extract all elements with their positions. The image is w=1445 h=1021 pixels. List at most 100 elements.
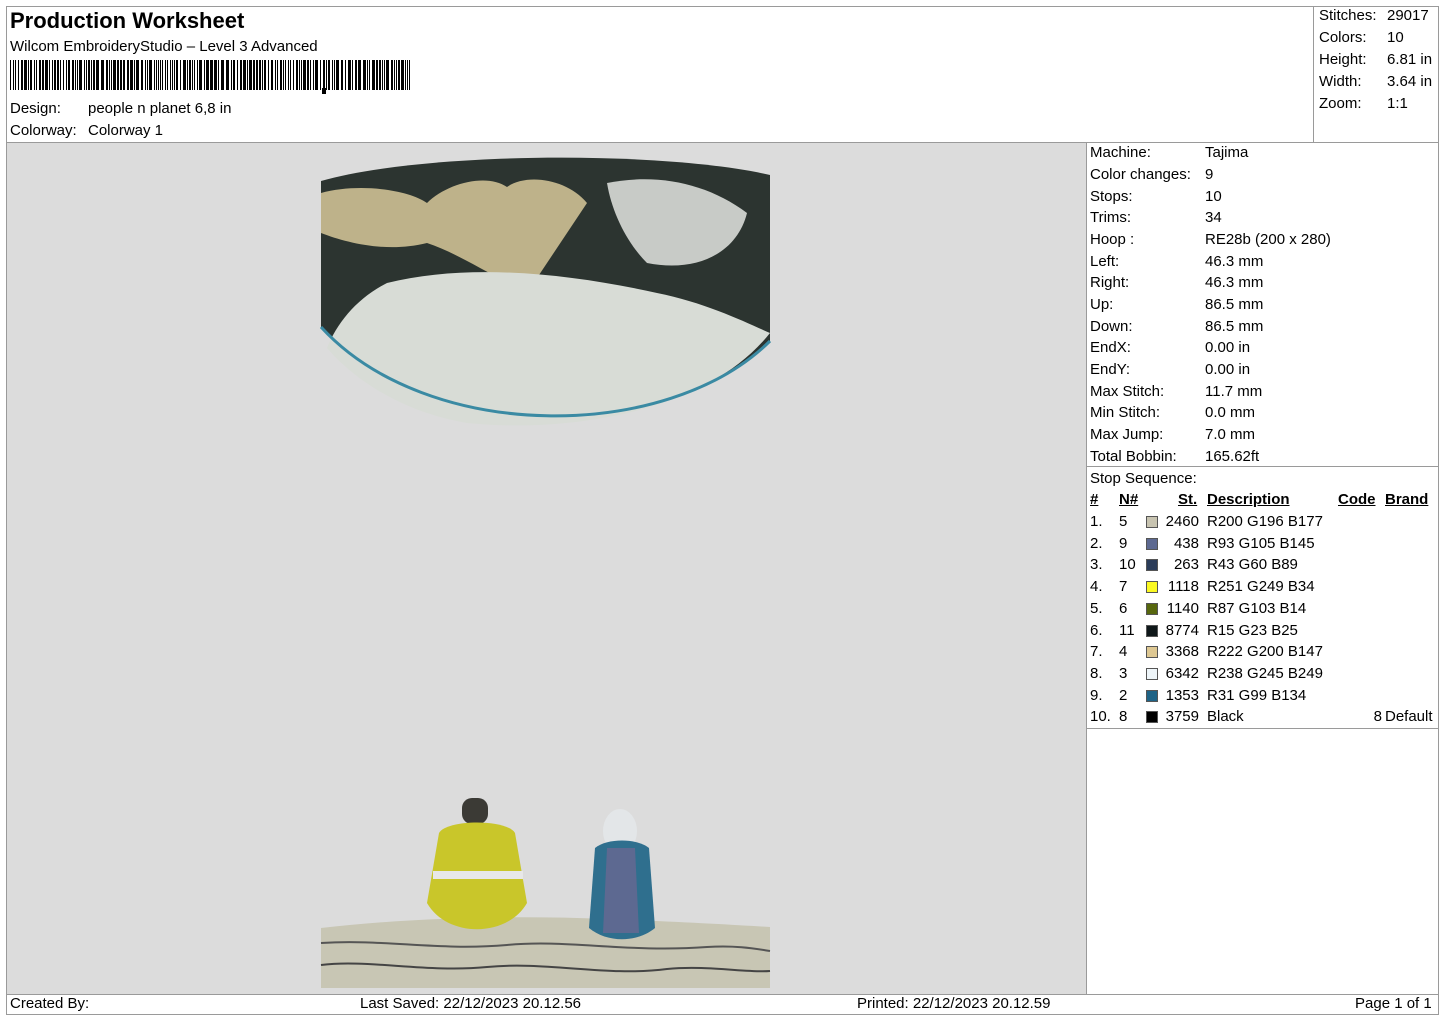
machine-value: 11.7 mm bbox=[1205, 383, 1263, 400]
machine-label: Max Stitch: bbox=[1090, 383, 1165, 400]
machine-value: 0.00 in bbox=[1205, 361, 1251, 378]
table-row: 3. 10 263 R43 G60 B89 bbox=[1087, 556, 1439, 578]
machine-value: 165.62ft bbox=[1205, 448, 1260, 465]
color-description: R31 G99 B134 bbox=[1207, 686, 1307, 704]
row-number: 5. bbox=[1090, 599, 1103, 617]
machine-value: 86.5 mm bbox=[1205, 296, 1264, 313]
color-swatch bbox=[1146, 667, 1158, 680]
color-description: R87 G103 B14 bbox=[1207, 599, 1307, 617]
color-swatch bbox=[1146, 537, 1158, 550]
needle-number: 4 bbox=[1119, 643, 1128, 661]
machine-value: 0.00 in bbox=[1205, 339, 1251, 356]
machine-value: 86.5 mm bbox=[1205, 318, 1264, 335]
table-row: 1. 5 2460 R200 G196 B177 bbox=[1087, 513, 1439, 535]
machine-value: 7.0 mm bbox=[1205, 426, 1256, 443]
design-preview bbox=[7, 143, 1086, 994]
table-row: 9. 2 1353 R31 G99 B134 bbox=[1087, 687, 1439, 709]
stitch-count: 2460 bbox=[1165, 513, 1199, 530]
stats-value: 10 bbox=[1387, 29, 1404, 46]
color-description: R15 G23 B25 bbox=[1207, 621, 1298, 639]
machine-label: Max Jump: bbox=[1090, 426, 1164, 443]
last-saved: Last Saved: 22/12/2023 20.12.56 bbox=[360, 995, 582, 1012]
needle-number: 2 bbox=[1119, 686, 1128, 704]
machine-value: 9 bbox=[1205, 166, 1214, 183]
table-row: 4. 7 1118 R251 G249 B34 bbox=[1087, 578, 1439, 600]
row-number: 8. bbox=[1090, 664, 1103, 682]
color-swatch bbox=[1146, 646, 1158, 659]
needle-number: 5 bbox=[1119, 513, 1128, 530]
page-number: Page 1 of 1 bbox=[1355, 995, 1432, 1012]
machine-label: Up: bbox=[1090, 296, 1114, 313]
stats-label: Zoom: bbox=[1319, 95, 1362, 112]
needle-number: 7 bbox=[1119, 578, 1128, 596]
stitch-count: 1353 bbox=[1165, 686, 1199, 704]
machine-label: Right: bbox=[1090, 274, 1130, 291]
embroidery-artwork bbox=[319, 157, 772, 988]
column-header-brand: Brand bbox=[1385, 491, 1429, 508]
stats-value: 3.64 in bbox=[1387, 73, 1433, 90]
software-name: Wilcom EmbroideryStudio – Level 3 Advanc… bbox=[10, 38, 318, 55]
needle-number: 10 bbox=[1119, 556, 1136, 574]
stitch-count: 8774 bbox=[1165, 621, 1199, 639]
stitch-count: 1118 bbox=[1167, 578, 1199, 596]
color-description: R43 G60 B89 bbox=[1207, 556, 1298, 574]
color-swatch bbox=[1146, 689, 1158, 702]
needle-number: 3 bbox=[1119, 664, 1128, 682]
machine-label: Machine: bbox=[1090, 144, 1151, 161]
stats-divider bbox=[1313, 7, 1314, 142]
color-swatch bbox=[1146, 602, 1158, 615]
color-swatch bbox=[1146, 581, 1158, 594]
footer-divider bbox=[7, 994, 1438, 995]
machine-value: 34 bbox=[1205, 209, 1222, 226]
row-number: 3. bbox=[1090, 556, 1103, 574]
machine-label: Trims: bbox=[1090, 209, 1132, 226]
machine-label: EndY: bbox=[1090, 361, 1131, 378]
row-number: 2. bbox=[1090, 534, 1103, 552]
column-header-stitches: St. bbox=[1178, 491, 1198, 508]
stitch-count: 3759 bbox=[1165, 708, 1199, 726]
stop-sequence-title: Stop Sequence: bbox=[1090, 470, 1197, 487]
color-swatch bbox=[1146, 559, 1158, 572]
table-row: 6. 11 8774 R15 G23 B25 bbox=[1087, 622, 1439, 644]
stats-label: Width: bbox=[1319, 73, 1362, 90]
stitch-count: 1140 bbox=[1166, 599, 1199, 617]
thread-brand: Default bbox=[1385, 708, 1433, 726]
column-header-num: # bbox=[1090, 491, 1099, 508]
machine-label: EndX: bbox=[1090, 339, 1131, 356]
row-number: 7. bbox=[1090, 643, 1103, 661]
row-number: 10. bbox=[1090, 708, 1111, 726]
needle-number: 6 bbox=[1119, 599, 1128, 617]
table-row: 5. 6 1140 R87 G103 B14 bbox=[1087, 600, 1439, 622]
stats-value: 29017 bbox=[1387, 7, 1429, 24]
colorway-label: Colorway: bbox=[10, 122, 77, 139]
table-row: 10. 8 3759 Black 8 Default bbox=[1087, 708, 1439, 730]
printed-date: Printed: 22/12/2023 20.12.59 bbox=[857, 995, 1051, 1012]
needle-number: 8 bbox=[1119, 708, 1128, 726]
color-description: R222 G200 B147 bbox=[1207, 643, 1323, 661]
design-value: people n planet 6,8 in bbox=[88, 100, 232, 117]
color-swatch bbox=[1146, 711, 1158, 724]
machine-label: Left: bbox=[1090, 253, 1120, 270]
stats-value: 1:1 bbox=[1387, 95, 1408, 112]
stats-value: 6.81 in bbox=[1387, 51, 1433, 68]
stitch-count: 6342 bbox=[1165, 664, 1199, 682]
color-description: Black bbox=[1207, 708, 1244, 726]
row-number: 6. bbox=[1090, 621, 1103, 639]
column-header-description: Description bbox=[1207, 491, 1290, 508]
stats-label: Stitches: bbox=[1319, 7, 1377, 24]
machine-divider bbox=[1087, 466, 1438, 467]
machine-value: 46.3 mm bbox=[1205, 253, 1264, 270]
column-header-code: Code bbox=[1338, 491, 1376, 508]
row-number: 9. bbox=[1090, 686, 1103, 704]
color-description: R93 G105 B145 bbox=[1207, 534, 1315, 552]
row-number: 1. bbox=[1090, 513, 1103, 530]
machine-label: Total Bobbin: bbox=[1090, 448, 1177, 465]
table-row: 7. 4 3368 R222 G200 B147 bbox=[1087, 643, 1439, 665]
stitch-count: 263 bbox=[1173, 556, 1199, 574]
color-description: R238 G245 B249 bbox=[1207, 664, 1323, 682]
color-swatch bbox=[1146, 516, 1158, 528]
machine-value: Tajima bbox=[1205, 144, 1249, 161]
row-number: 4. bbox=[1090, 578, 1103, 596]
color-description: R251 G249 B34 bbox=[1207, 578, 1315, 596]
table-row: 2. 9 438 R93 G105 B145 bbox=[1087, 535, 1439, 557]
